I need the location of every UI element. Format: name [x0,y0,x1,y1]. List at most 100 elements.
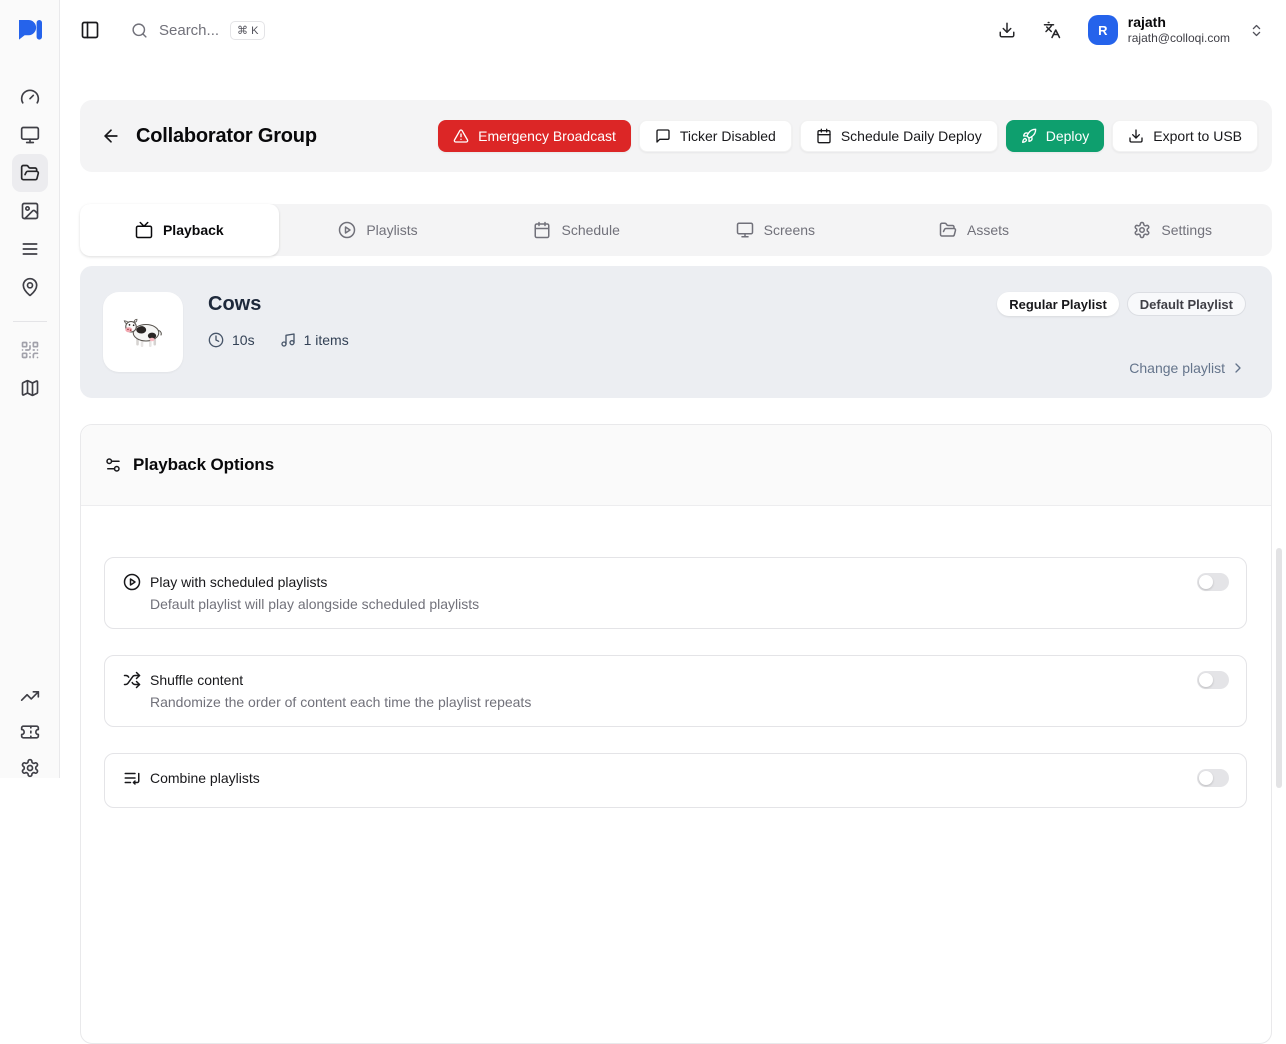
clock-icon [208,332,224,348]
sidebar-toggle-icon[interactable] [80,20,100,40]
message-square-icon [655,128,671,144]
playlist-title: Cows [208,293,349,316]
image-icon [20,201,40,221]
badge-regular-playlist: Regular Playlist [997,292,1119,316]
playback-options-body: Play with scheduled playlists Default pl… [81,506,1271,808]
schedule-daily-deploy-button[interactable]: Schedule Daily Deploy [800,120,998,152]
search-placeholder: Search... [159,22,219,39]
playlist-card-right: Regular Playlist Default Playlist Change… [997,292,1246,376]
option-title: Combine playlists [150,769,260,787]
vertical-scrollbar[interactable] [1276,548,1282,788]
calendar-icon [533,221,551,239]
badge-default-playlist: Default Playlist [1127,292,1246,316]
menu-icon [20,239,40,259]
folder-open-icon [939,221,957,239]
sliders-icon [104,456,122,474]
tab-bar: Playback Playlists Schedule Screens Asse… [80,204,1272,256]
chevron-right-icon [1230,360,1246,376]
map-pin-icon [20,277,40,297]
emergency-broadcast-button[interactable]: Emergency Broadcast [438,120,631,152]
left-sidebar [0,0,60,778]
download-icon[interactable] [998,21,1016,39]
topbar-right: R rajath rajath@colloqi.com [971,14,1264,47]
playlist-badges: Regular Playlist Default Playlist [997,292,1246,316]
sidebar-divider [13,321,47,322]
toggle-knob [1199,771,1213,785]
trending-up-icon [20,686,40,706]
user-email: rajath@colloqi.com [1128,31,1230,46]
playlist-item-count: 1 items [280,332,349,348]
option-description: Default playlist will play alongside sch… [150,596,479,613]
ticket-icon [20,722,40,742]
monitor-icon [20,125,40,145]
toggle-play-with-scheduled[interactable] [1197,573,1229,591]
playlist-info: Cows 10s 1 items [208,292,349,376]
export-to-usb-button[interactable]: Export to USB [1112,120,1258,152]
user-info: rajath rajath@colloqi.com [1128,14,1230,47]
tab-screens[interactable]: Screens [676,204,875,256]
sidebar-item-screens[interactable] [12,116,48,154]
alert-triangle-icon [453,128,469,144]
sidebar-item-analytics[interactable] [12,678,48,714]
option-shuffle-content: Shuffle content Randomize the order of c… [104,655,1247,727]
option-text: Play with scheduled playlists Default pl… [150,573,479,613]
sidebar-item-playlists[interactable] [12,230,48,268]
playback-options-card: Playback Options Play with scheduled pla… [80,424,1272,1044]
change-playlist-link[interactable]: Change playlist [1129,360,1246,376]
sidebar-item-dashboard[interactable] [12,78,48,116]
toggle-combine-playlists[interactable] [1197,769,1229,787]
page-title: Collaborator Group [136,125,317,148]
qr-code-icon [20,340,40,360]
playlist-duration: 10s [208,332,255,348]
gear-icon [1133,221,1151,239]
search-input[interactable]: Search... ⌘ K [131,21,265,40]
tab-playlists[interactable]: Playlists [279,204,478,256]
toggle-shuffle-content[interactable] [1197,671,1229,689]
sidebar-item-licenses[interactable] [12,714,48,750]
playback-options-header: Playback Options [81,425,1271,506]
chevrons-up-down-icon [1249,23,1264,38]
user-menu[interactable]: R rajath rajath@colloqi.com [1088,14,1264,47]
search-shortcut-badge: ⌘ K [230,21,265,40]
deploy-button[interactable]: Deploy [1006,120,1105,152]
gauge-icon [20,87,40,107]
folder-open-icon [20,163,40,183]
shuffle-icon [123,671,141,689]
option-text: Shuffle content Randomize the order of c… [150,671,531,711]
avatar: R [1088,15,1118,45]
app-logo[interactable] [0,0,59,60]
ticker-disabled-button[interactable]: Ticker Disabled [639,120,792,152]
playlist-thumbnail [103,292,183,372]
user-name: rajath [1128,14,1230,32]
sidebar-item-locations[interactable] [12,268,48,306]
sidebar-item-maps[interactable] [12,369,48,407]
search-icon [131,22,148,39]
option-title: Shuffle content [150,671,531,689]
circle-play-icon [123,573,141,591]
header-actions: Emergency Broadcast Ticker Disabled Sche… [438,120,1258,152]
languages-icon[interactable] [1043,21,1061,39]
map-icon [20,378,40,398]
tab-playback[interactable]: Playback [80,204,279,256]
monitor-icon [736,221,754,239]
page-header: Collaborator Group Emergency Broadcast T… [80,100,1272,172]
rocket-icon [1021,128,1037,144]
sidebar-item-groups[interactable] [12,154,48,192]
tab-schedule[interactable]: Schedule [477,204,676,256]
option-description: Randomize the order of content each time… [150,694,531,711]
gear-icon [20,758,40,778]
sidebar-item-qr-codes[interactable] [12,331,48,369]
download-icon [1128,128,1144,144]
playback-options-title: Playback Options [133,455,274,475]
sidebar-nav [12,78,48,407]
toggle-knob [1199,575,1213,589]
option-combine-playlists: Combine playlists [104,753,1247,808]
sidebar-item-media[interactable] [12,192,48,230]
list-end-icon [123,769,141,787]
back-arrow-icon[interactable] [101,126,121,146]
option-title: Play with scheduled playlists [150,573,479,591]
toggle-knob [1199,673,1213,687]
playlist-card: Cows 10s 1 items Regular Playlist [80,266,1272,398]
tab-assets[interactable]: Assets [875,204,1074,256]
tab-settings[interactable]: Settings [1073,204,1272,256]
